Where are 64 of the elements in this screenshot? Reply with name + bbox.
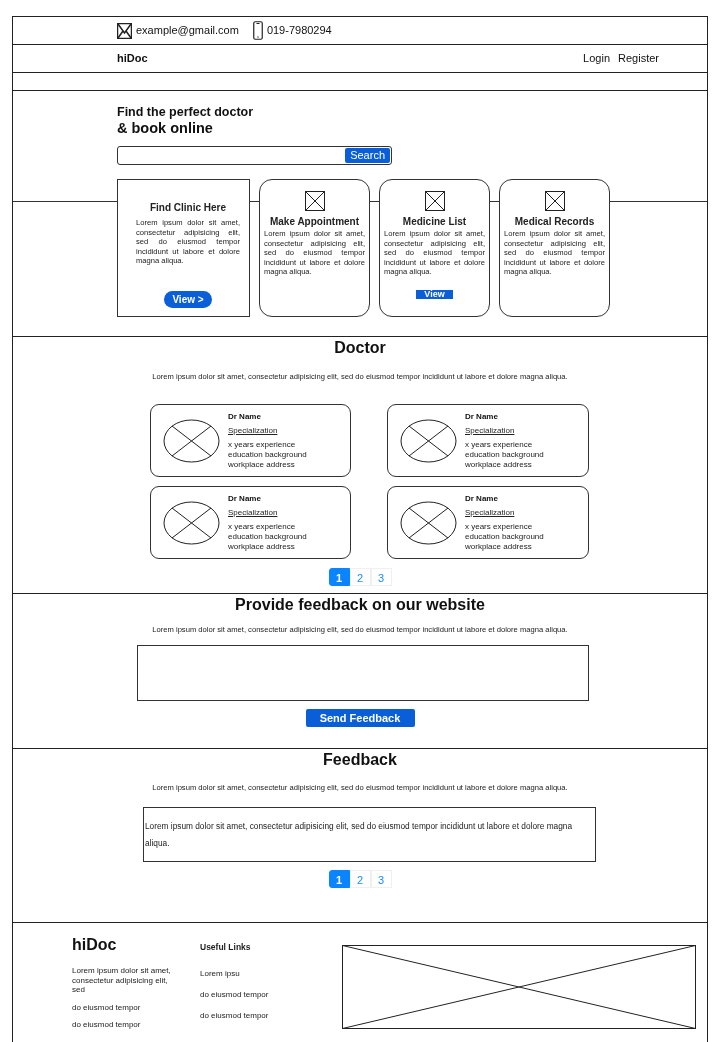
doctor-detail: x years experience <box>465 439 534 450</box>
footer-text: do eiusmod tempor <box>72 1020 142 1030</box>
page-link[interactable]: 1 <box>328 567 350 586</box>
nav-link[interactable]: Register <box>618 50 659 67</box>
doctor-detail: workplace address <box>465 541 533 552</box>
doctor-detail: x years experience <box>465 521 534 532</box>
section-title: Provide feedback on our website <box>234 595 486 615</box>
footer-link[interactable]: do eiusmod tempor <box>200 1009 340 1022</box>
footer-text: do eiusmod tempor <box>72 1002 142 1013</box>
hero-title: Find the perfect doctor <box>117 105 255 120</box>
specialization-link[interactable]: Specialization <box>228 506 307 519</box>
section-title: Feedback <box>322 750 398 770</box>
footer-text: Lorem ipsum dolor sit amet, consectetur adipisicing elit, sed <box>72 966 172 995</box>
doctor-detail: education background <box>465 531 544 542</box>
doctor-detail: workplace address <box>465 459 533 470</box>
doctor-name: Dr Name <box>465 492 499 505</box>
page-link[interactable]: 3 <box>370 567 392 586</box>
doctor-detail: x years experience <box>228 521 297 532</box>
image-placeholder-icon <box>424 191 445 212</box>
image-placeholder-icon <box>304 191 325 212</box>
doctor-name: Dr Name <box>228 410 262 423</box>
section-title: Doctor <box>333 338 387 358</box>
page-link[interactable]: 2 <box>349 869 371 888</box>
email-icon <box>117 22 132 39</box>
service-title: Find Clinic Here <box>148 201 228 216</box>
view-button[interactable]: View > <box>164 290 212 308</box>
page-link[interactable]: 2 <box>349 567 371 586</box>
avatar-placeholder-icon <box>163 500 220 545</box>
footer-link[interactable]: Lorem ipsu <box>200 967 340 980</box>
doctor-detail: education background <box>228 531 307 542</box>
avatar-placeholder-icon <box>163 418 220 463</box>
footer-brand: hiDoc <box>72 935 118 955</box>
feedback-field[interactable] <box>137 644 589 701</box>
footer-link[interactable]: do eiusmod tempor <box>200 988 340 1001</box>
feedback-entry: Lorem ipsum dolor sit amet, consectetur adipisicing elit, sed do eiusmod tempor incididunt ut labore et dolore magna aliqua. <box>143 806 596 862</box>
email-address: example@gmail.com <box>136 23 239 39</box>
phone-icon <box>252 21 263 40</box>
service-title: Medical Records <box>513 215 596 230</box>
doctor-detail: education background <box>465 449 544 460</box>
doctor-name: Dr Name <box>228 492 262 505</box>
search-field[interactable]: Search <box>117 146 392 166</box>
footer-heading: Useful Links <box>200 941 252 954</box>
phone-number: 019-7980294 <box>266 23 332 39</box>
image-placeholder-icon <box>544 191 565 212</box>
search-button[interactable]: Search <box>345 148 390 164</box>
doctor-detail: workplace address <box>228 541 296 552</box>
page-link[interactable]: 1 <box>328 869 350 888</box>
service-title: Make Appointment <box>268 215 361 230</box>
service-title: Medicine List <box>401 215 468 230</box>
nav-link[interactable]: Login <box>583 50 611 67</box>
page-link[interactable]: 3 <box>370 869 392 888</box>
avatar-placeholder-icon <box>400 418 457 463</box>
view-button[interactable]: View <box>416 290 453 300</box>
doctor-detail: x years experience <box>228 439 297 450</box>
hero-title: & book online <box>117 120 214 138</box>
send-feedback-button[interactable]: Send Feedback <box>305 708 415 727</box>
doctor-name: Dr Name <box>465 410 499 423</box>
specialization-link[interactable]: Specialization <box>465 506 544 519</box>
doctor-detail: education background <box>228 449 307 460</box>
avatar-placeholder-icon <box>400 500 457 545</box>
doctor-detail: workplace address <box>228 459 296 470</box>
specialization-link[interactable]: Specialization <box>228 424 307 437</box>
brand-logo[interactable]: hiDoc <box>117 50 148 67</box>
specialization-link[interactable]: Specialization <box>465 424 544 437</box>
